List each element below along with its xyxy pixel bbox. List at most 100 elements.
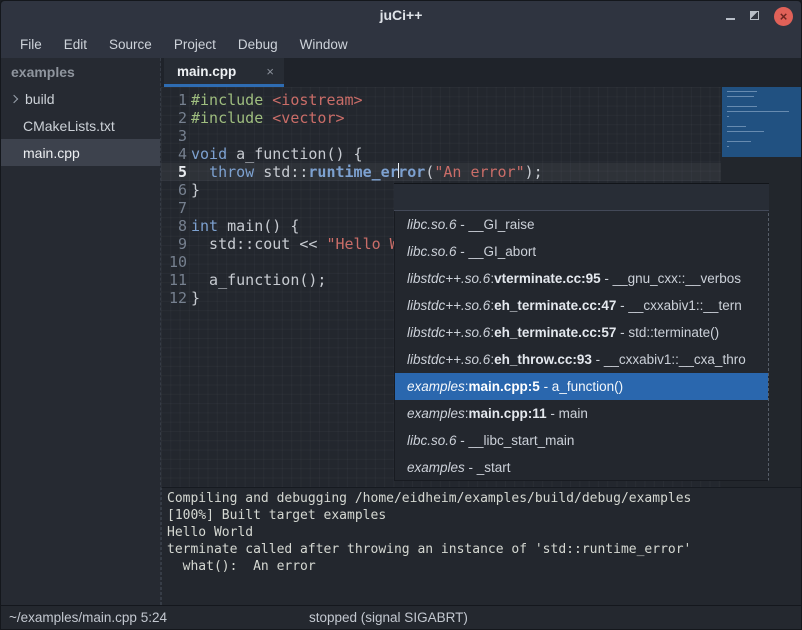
code-line-5[interactable]: 5 throw std::runtime_error("An error"); (161, 163, 721, 181)
backtrace-library: libc.so.6 (407, 217, 457, 232)
code-line-2[interactable]: 2#include <vector> (161, 109, 721, 127)
backtrace-list: libc.so.6 - __GI_raiselibc.so.6 - __GI_a… (395, 211, 768, 481)
sidebar-item-build[interactable]: build (1, 85, 160, 112)
sidebar-item-main-cpp[interactable]: main.cpp (1, 139, 160, 166)
tab-label: main.cpp (177, 64, 236, 79)
backtrace-item-0[interactable]: libc.so.6 - __GI_raise (395, 211, 768, 238)
backtrace-search-input[interactable] (394, 183, 769, 211)
backtrace-item-2[interactable]: libstdc++.so.6:vterminate.cc:95 - __gnu_… (395, 265, 768, 292)
line-content: } (191, 289, 200, 307)
sidebar-item-cmakelists-txt[interactable]: CMakeLists.txt (1, 112, 160, 139)
menu-item-window[interactable]: Window (289, 33, 359, 56)
file-tree-sidebar: examples build CMakeLists.txt main.cpp (1, 58, 161, 605)
backtrace-file-line: main.cpp:5 (469, 379, 540, 394)
line-content: void a_function() { (191, 145, 363, 163)
line-number: 7 (161, 199, 187, 217)
line-number: 6 (161, 181, 187, 199)
output-terminal[interactable]: Compiling and debugging /home/eidheim/ex… (161, 487, 801, 605)
sidebar-item-label: CMakeLists.txt (23, 118, 115, 134)
line-number: 9 (161, 235, 187, 253)
tab-main-cpp[interactable]: main.cpp × (164, 58, 284, 87)
backtrace-library: examples (407, 460, 465, 475)
backtrace-item-3[interactable]: libstdc++.so.6:eh_terminate.cc:47 - __cx… (395, 292, 768, 319)
source-editor[interactable]: 1#include <iostream>2#include <vector>34… (161, 87, 802, 487)
backtrace-item-7[interactable]: examples:main.cpp:11 - main (395, 400, 768, 427)
close-icon: × (780, 10, 788, 23)
terminal-line: [100%] Built target examples (167, 507, 801, 524)
tabbar: main.cpp × (161, 58, 801, 87)
line-number: 8 (161, 217, 187, 235)
backtrace-library: examples (407, 379, 465, 394)
backtrace-library: libstdc++.so.6 (407, 352, 490, 367)
backtrace-symbol: - std::terminate() (616, 325, 719, 340)
status-cursor-position: 5:24 (141, 610, 167, 625)
backtrace-item-8[interactable]: libc.so.6 - __libc_start_main (395, 427, 768, 454)
backtrace-symbol: - __GI_abort (457, 244, 537, 259)
line-content: throw std::runtime_error("An error"); (191, 163, 543, 181)
line-content: #include <iostream> (191, 91, 363, 109)
minimap-code-line (727, 146, 729, 147)
titlebar[interactable]: juCi++ × (1, 1, 801, 31)
line-number: 1 (161, 91, 187, 109)
menu-item-project[interactable]: Project (163, 33, 227, 56)
line-number: 2 (161, 109, 187, 127)
minimap-code-line (727, 116, 729, 117)
minimap-code-line (727, 131, 764, 132)
line-number: 4 (161, 145, 187, 163)
code-token: "Hello W (326, 235, 398, 253)
backtrace-library: libstdc++.so.6 (407, 325, 490, 340)
backtrace-item-4[interactable]: libstdc++.so.6:eh_terminate.cc:57 - std:… (395, 319, 768, 346)
backtrace-item-5[interactable]: libstdc++.so.6:eh_throw.cc:93 - __cxxabi… (395, 346, 768, 373)
line-number: 5 (161, 163, 187, 181)
backtrace-item-6[interactable]: examples:main.cpp:5 - a_function() (395, 373, 768, 400)
minimap-code-line (727, 141, 751, 142)
terminal-line: Hello World (167, 524, 801, 541)
code-token: a_function() { (227, 145, 362, 163)
menu-item-source[interactable]: Source (98, 33, 163, 56)
code-token: runtime_er (308, 163, 398, 181)
code-token: ( (425, 163, 434, 181)
minimize-button[interactable] (726, 7, 735, 25)
backtrace-library: examples (407, 406, 465, 421)
code-line-3[interactable]: 3 (161, 127, 721, 145)
backtrace-symbol: - __gnu_cxx::__verbos (601, 271, 741, 286)
menubar: FileEditSourceProjectDebugWindow (1, 31, 801, 58)
backtrace-library: libc.so.6 (407, 244, 457, 259)
line-number: 10 (161, 253, 187, 271)
backtrace-symbol: - _start (465, 460, 511, 475)
backtrace-symbol: - __GI_raise (457, 217, 535, 232)
menu-item-edit[interactable]: Edit (53, 33, 98, 56)
menu-item-debug[interactable]: Debug (227, 33, 289, 56)
backtrace-item-9[interactable]: examples - _start (395, 454, 768, 481)
menu-item-file[interactable]: File (9, 33, 53, 56)
restore-button[interactable] (750, 7, 759, 25)
minimize-icon (726, 18, 735, 20)
terminal-line: terminate called after throwing an insta… (167, 541, 801, 558)
code-token: a_function(); (191, 271, 326, 289)
backtrace-symbol: - __libc_start_main (457, 433, 575, 448)
project-name-header: examples (1, 58, 160, 85)
code-token: throw (209, 163, 254, 181)
code-token: "An error" (434, 163, 524, 181)
terminal-line: what(): An error (167, 558, 801, 575)
code-token: <vector> (272, 109, 344, 127)
chevron-right-icon[interactable] (10, 94, 18, 102)
line-number: 11 (161, 271, 187, 289)
code-token: void (191, 145, 227, 163)
sidebar-item-label: main.cpp (23, 145, 80, 161)
tab-close-icon[interactable]: × (266, 64, 274, 79)
minimap-code-line (727, 111, 789, 112)
minimap-slider[interactable] (722, 87, 802, 157)
minimap-code-line (727, 126, 746, 127)
backtrace-file-line: eh_terminate.cc:47 (494, 298, 616, 313)
code-token: ror (398, 163, 425, 181)
file-tree: build CMakeLists.txt main.cpp (1, 85, 160, 166)
code-line-1[interactable]: 1#include <iostream> (161, 91, 721, 109)
code-line-4[interactable]: 4void a_function() { (161, 145, 721, 163)
line-number: 12 (161, 289, 187, 307)
backtrace-item-1[interactable]: libc.so.6 - __GI_abort (395, 238, 768, 265)
code-token: int (191, 217, 218, 235)
close-button[interactable]: × (774, 7, 793, 26)
code-token: std::cout << (191, 235, 326, 253)
backtrace-file-line: eh_throw.cc:93 (494, 352, 592, 367)
